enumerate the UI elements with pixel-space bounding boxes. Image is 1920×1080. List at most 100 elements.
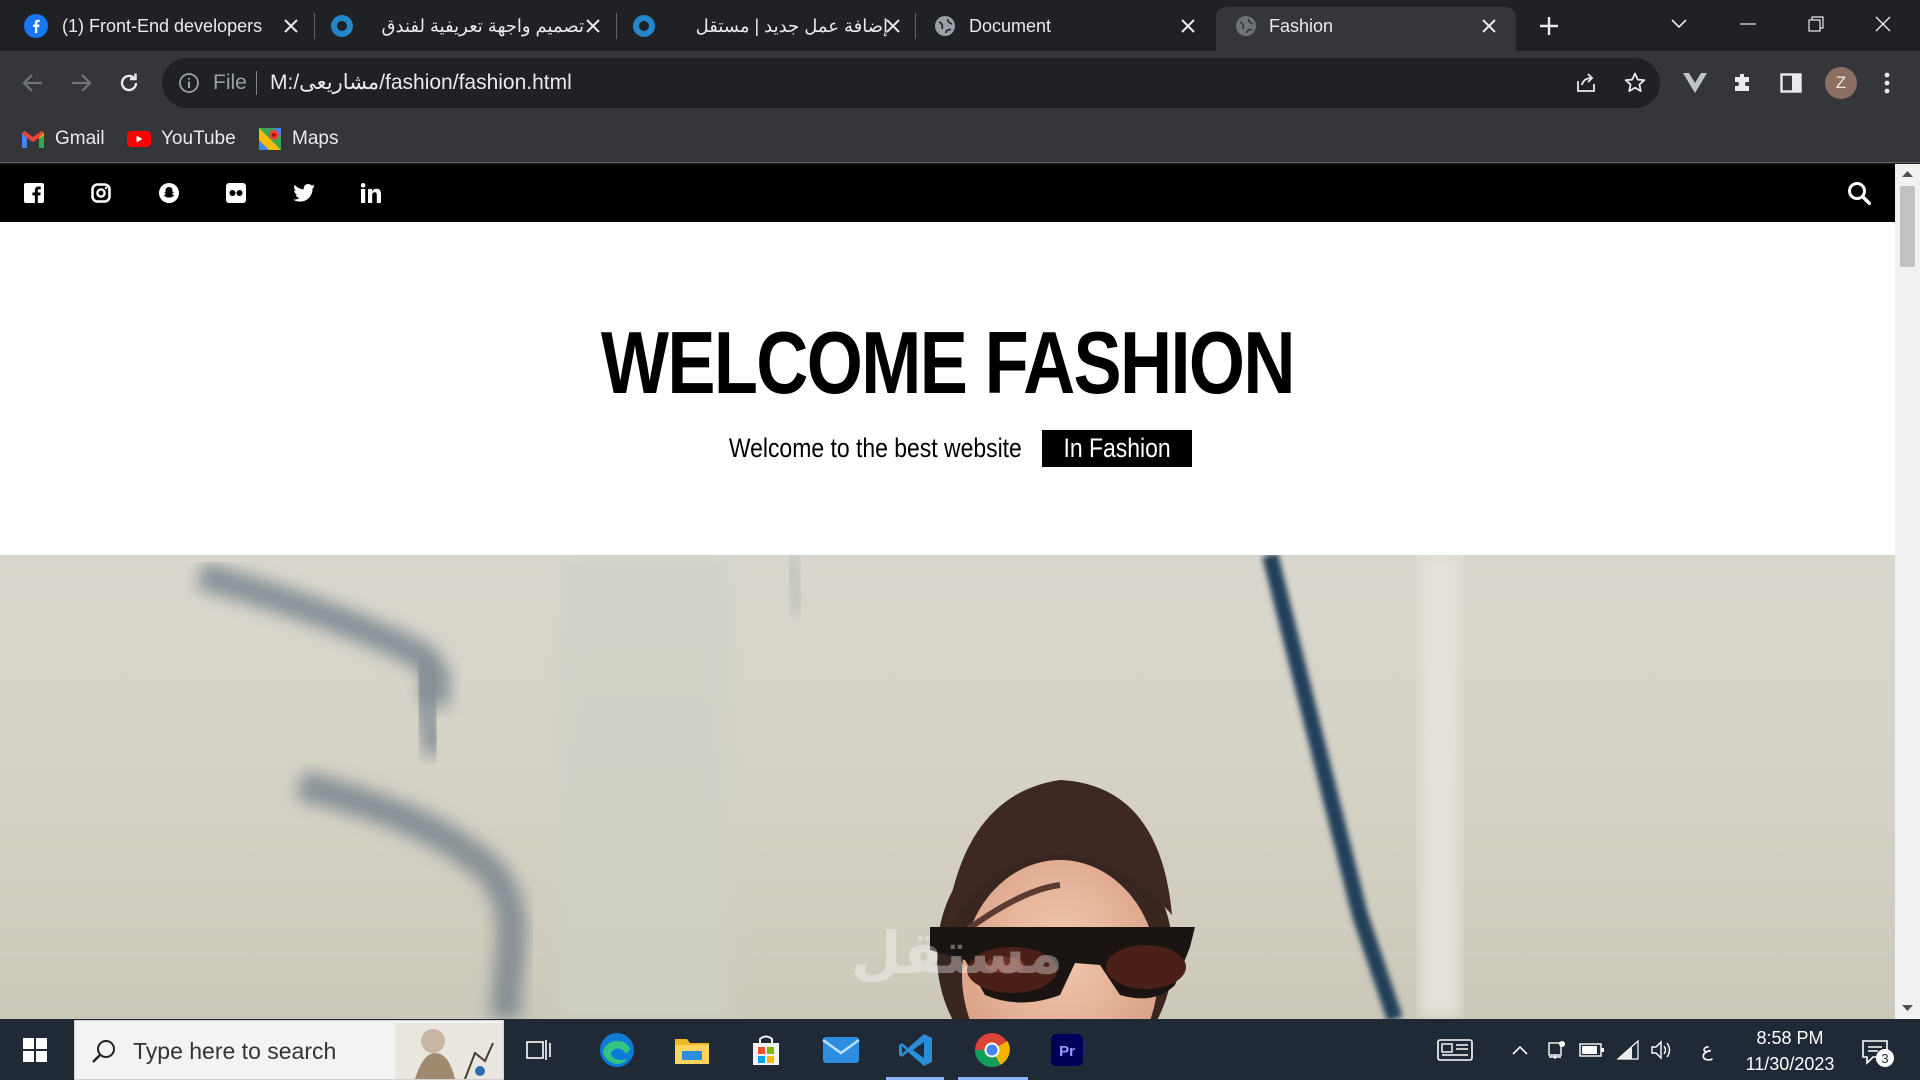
site-search-icon[interactable] [1847, 181, 1873, 207]
close-window-button[interactable] [1853, 6, 1913, 42]
task-view-icon[interactable] [516, 1027, 562, 1073]
bookmark-label: YouTube [161, 128, 236, 149]
youtube-icon [127, 127, 151, 151]
bookmark-gmail[interactable]: Gmail [21, 124, 105, 154]
twitter-icon[interactable] [292, 181, 316, 205]
premiere-icon[interactable]: Pr [1044, 1027, 1090, 1073]
tab-title: (1) Front-End developers [62, 16, 262, 36]
facebook-icon[interactable] [22, 181, 46, 205]
vscode-icon[interactable] [893, 1027, 939, 1073]
close-icon[interactable] [278, 13, 304, 39]
search-icon [92, 1040, 115, 1063]
bookmarks-bar: Gmail YouTube Maps [0, 115, 1920, 163]
address-divider [256, 71, 257, 95]
taskbar-clock[interactable]: 8:58 PM 11/30/2023 [1735, 1025, 1845, 1077]
tab-search-chevron-icon[interactable] [1649, 6, 1709, 42]
news-widget-icon[interactable] [1435, 1037, 1475, 1063]
mostaql-icon [330, 14, 354, 38]
snapchat-icon[interactable] [157, 181, 181, 205]
maps-icon [258, 127, 282, 151]
scrollbar-thumb[interactable] [1900, 186, 1915, 267]
facebook-icon [24, 14, 48, 38]
close-icon[interactable] [1476, 13, 1502, 39]
wifi-icon[interactable] [1615, 1037, 1641, 1063]
store-icon[interactable] [743, 1027, 789, 1073]
page-viewport: WELCOME FASHION Welcome to the best webs… [0, 164, 1920, 1019]
site-top-nav [0, 164, 1895, 222]
url-text[interactable]: M:/مشاريعى/fashion/fashion.html [270, 70, 572, 96]
clock-time: 8:58 PM [1756, 1028, 1824, 1048]
bookmark-star-icon[interactable] [1622, 70, 1648, 96]
reload-button[interactable] [110, 64, 148, 102]
tab-title: Fashion [1269, 16, 1334, 36]
site-info-icon[interactable] [178, 72, 200, 94]
tab-title: تصميم واجهة تعريفية لفندق [381, 16, 584, 36]
share-icon[interactable] [1573, 70, 1599, 96]
chrome-icon[interactable] [969, 1027, 1015, 1073]
close-icon[interactable] [580, 13, 606, 39]
bookmark-youtube[interactable]: YouTube [127, 124, 236, 154]
hero-fashion-photo: مستقل [0, 555, 1895, 1019]
profile-avatar[interactable]: Z [1825, 67, 1857, 99]
flickr-icon[interactable] [224, 181, 248, 205]
windows-start-icon[interactable] [12, 1027, 58, 1073]
address-bar[interactable]: File M:/مشاريعى/fashion/fashion.html [162, 58, 1660, 108]
notification-count-badge: 3 [1876, 1049, 1894, 1067]
forward-button[interactable] [62, 64, 100, 102]
new-tab-button[interactable] [1533, 10, 1565, 42]
language-indicator[interactable]: ع [1694, 1037, 1720, 1063]
restore-button[interactable] [1786, 6, 1846, 42]
battery-icon[interactable] [1579, 1037, 1605, 1063]
taskbar-search-box[interactable]: Type here to search [74, 1020, 504, 1080]
tab-add-work[interactable]: إضافة عمل جديد | مستقل [618, 7, 914, 51]
back-button[interactable] [14, 64, 52, 102]
tab-divider [616, 13, 617, 39]
linkedin-icon[interactable] [359, 181, 383, 205]
hero-title: WELCOME FASHION [600, 313, 1296, 412]
page-scrollbar[interactable] [1895, 164, 1920, 1019]
scroll-up-icon [1902, 171, 1913, 177]
scroll-down-icon [1902, 1005, 1913, 1011]
hero-section: WELCOME FASHION Welcome to the best webs… [0, 222, 1895, 555]
tab-divider [314, 13, 315, 39]
search-placeholder: Type here to search [133, 1038, 337, 1064]
instagram-icon[interactable] [89, 181, 113, 205]
notifications-icon[interactable]: 3 [1858, 1035, 1894, 1069]
hero-subtitle: Welcome to the best website In Fashion [0, 430, 1895, 467]
globe-icon [933, 14, 957, 38]
tab-divider [915, 13, 916, 39]
mostaql-icon [632, 14, 656, 38]
edge-icon[interactable] [594, 1027, 640, 1073]
chevron-up-icon[interactable] [1507, 1037, 1533, 1063]
vue-devtools-icon[interactable] [1680, 68, 1710, 98]
tab-document[interactable]: Document [917, 7, 1217, 51]
menu-kebab-icon[interactable] [1872, 68, 1902, 98]
close-icon[interactable] [880, 13, 906, 39]
side-panel-icon[interactable] [1776, 68, 1806, 98]
bookmark-label: Maps [292, 128, 339, 149]
tab-title: إضافة عمل جديد | مستقل [695, 16, 888, 36]
bookmark-label: Gmail [55, 128, 105, 149]
svg-text:Pr: Pr [1059, 1043, 1075, 1060]
volume-icon[interactable] [1649, 1037, 1675, 1063]
close-icon[interactable] [1175, 13, 1201, 39]
mail-icon[interactable] [818, 1027, 864, 1073]
browser-toolbar: File M:/مشاريعى/fashion/fashion.html Z [0, 51, 1920, 115]
watermark-arabic: مستقل [851, 919, 1063, 987]
bookmark-maps[interactable]: Maps [258, 124, 338, 154]
tab-title: Document [969, 16, 1052, 36]
hero-subtitle-text: Welcome to the best website [728, 433, 1022, 463]
tab-facebook[interactable]: (1) Front-End developers [0, 7, 312, 51]
meet-icon[interactable] [1543, 1037, 1569, 1063]
tab-fashion[interactable]: Fashion [1216, 7, 1516, 51]
gmail-icon [21, 127, 45, 151]
tab-hotel-design[interactable]: تصميم واجهة تعريفية لفندق [316, 7, 616, 51]
tab-strip: (1) Front-End developers تصميم واجهة تعر… [0, 0, 1920, 51]
minimize-button[interactable] [1718, 6, 1778, 42]
scheme-label: File [213, 71, 247, 94]
hero-subtitle-highlight: In Fashion [1041, 430, 1192, 467]
clock-date: 11/30/2023 [1745, 1054, 1835, 1074]
search-highlight-illustration [395, 1023, 503, 1079]
extensions-icon[interactable] [1728, 68, 1758, 98]
file-explorer-icon[interactable] [669, 1027, 715, 1073]
